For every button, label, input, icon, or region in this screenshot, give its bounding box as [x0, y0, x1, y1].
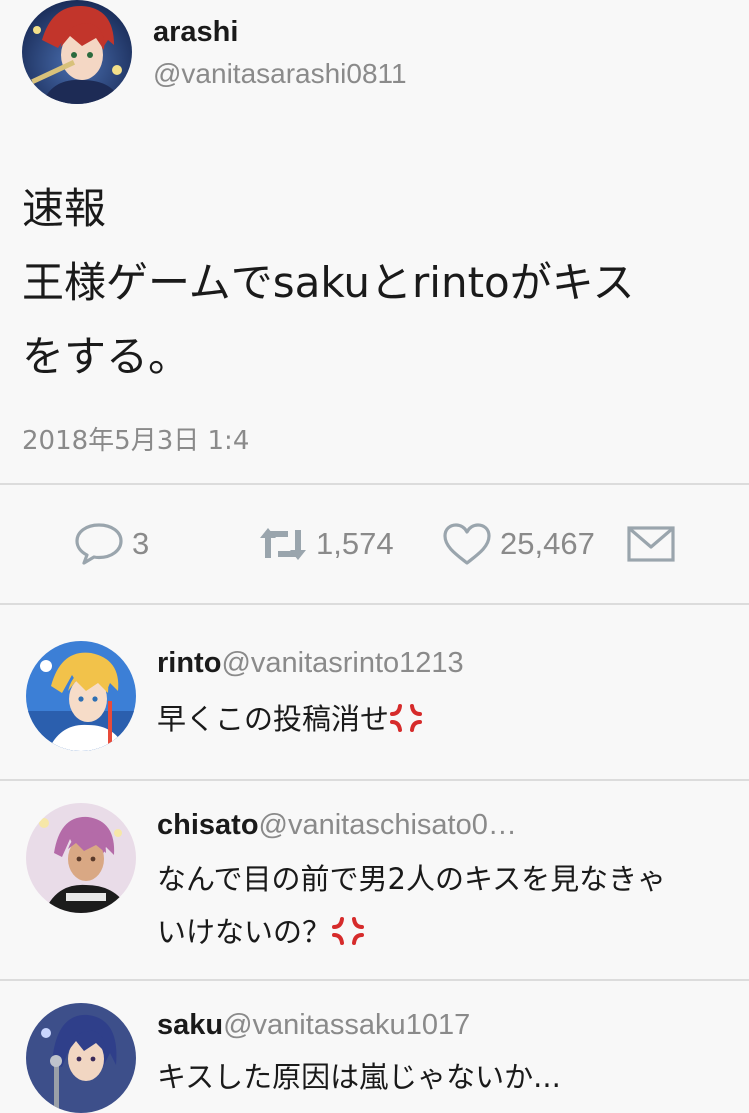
tweet-text-line: 速報 — [22, 184, 107, 233]
speech-bubble-icon — [75, 523, 123, 565]
tweet-text-line: 王様ゲームでsakuとrintoがキス — [22, 258, 635, 307]
reply-header: chisato@vanitaschisato0… — [157, 809, 517, 842]
avatar-image — [26, 1003, 136, 1113]
avatar[interactable] — [26, 803, 136, 913]
avatar-image — [26, 803, 136, 913]
avatar[interactable] — [26, 641, 136, 751]
reply-author-handle[interactable]: @vanitaschisato0… — [259, 809, 517, 841]
reply-text-line: 早くこの投稿消せ — [157, 702, 390, 736]
action-bar: 3 1,574 25,467 — [0, 485, 749, 603]
anger-symbol-icon — [331, 910, 365, 963]
main-tweet: arashi @vanitasarashi0811 速報 王様ゲームでsakuと… — [0, 0, 749, 483]
author-name[interactable]: arashi — [153, 16, 238, 49]
retweet-arrows-icon — [260, 528, 306, 560]
tweet-text-line: をする。 — [22, 332, 191, 381]
reply-text-line: キスした原因は嵐じゃないか... — [157, 1060, 561, 1094]
reply-author-name[interactable]: rinto — [157, 647, 221, 679]
tweet-timestamp: 2018年5月3日 1:4 — [22, 426, 250, 456]
reply-item[interactable]: chisato@vanitaschisato0… なんで目の前で男2人のキスを見… — [0, 781, 749, 979]
reply-text-line-wrap: いけないの？ — [157, 906, 727, 963]
reply-item[interactable]: saku@vanitassaku1017 キスした原因は嵐じゃないか... — [0, 981, 749, 1113]
author-handle[interactable]: @vanitasarashi0811 — [153, 58, 407, 90]
reply-author-name[interactable]: chisato — [157, 809, 259, 841]
like-button[interactable]: 25,467 — [442, 485, 595, 603]
reply-text-line: なんで目の前で男2人のキスを見なきゃ — [157, 862, 667, 896]
reply-header: rinto@vanitasrinto1213 — [157, 647, 464, 680]
reply-text: 早くこの投稿消せ — [157, 693, 727, 750]
reply-author-name[interactable]: saku — [157, 1009, 223, 1041]
reply-text: キスした原因は嵐じゃないか... — [157, 1051, 727, 1104]
retweet-button[interactable]: 1,574 — [258, 485, 394, 603]
avatar[interactable] — [26, 1003, 136, 1113]
retweet-count: 1,574 — [316, 526, 394, 561]
avatar[interactable] — [22, 0, 132, 104]
reply-item[interactable]: rinto@vanitasrinto1213 早くこの投稿消せ — [0, 605, 749, 779]
tweet-text: 速報 王様ゲームでsakuとrintoがキス をする。 — [22, 172, 722, 394]
reply-text: なんで目の前で男2人のキスを見なきゃ いけないの？ — [157, 853, 727, 963]
reply-header: saku@vanitassaku1017 — [157, 1009, 470, 1042]
reply-author-handle[interactable]: @vanitasrinto1213 — [221, 647, 463, 679]
direct-message-button[interactable] — [626, 485, 676, 603]
avatar-image — [26, 641, 136, 751]
avatar-image — [22, 0, 132, 104]
like-count: 25,467 — [500, 526, 595, 561]
envelope-icon — [627, 526, 675, 562]
heart-icon — [443, 523, 491, 565]
reply-count: 3 — [132, 526, 150, 561]
reply-button[interactable]: 3 — [74, 485, 149, 603]
reply-text-line: いけないの？ — [157, 915, 332, 949]
reply-author-handle[interactable]: @vanitassaku1017 — [223, 1009, 470, 1041]
anger-symbol-icon — [389, 697, 423, 750]
